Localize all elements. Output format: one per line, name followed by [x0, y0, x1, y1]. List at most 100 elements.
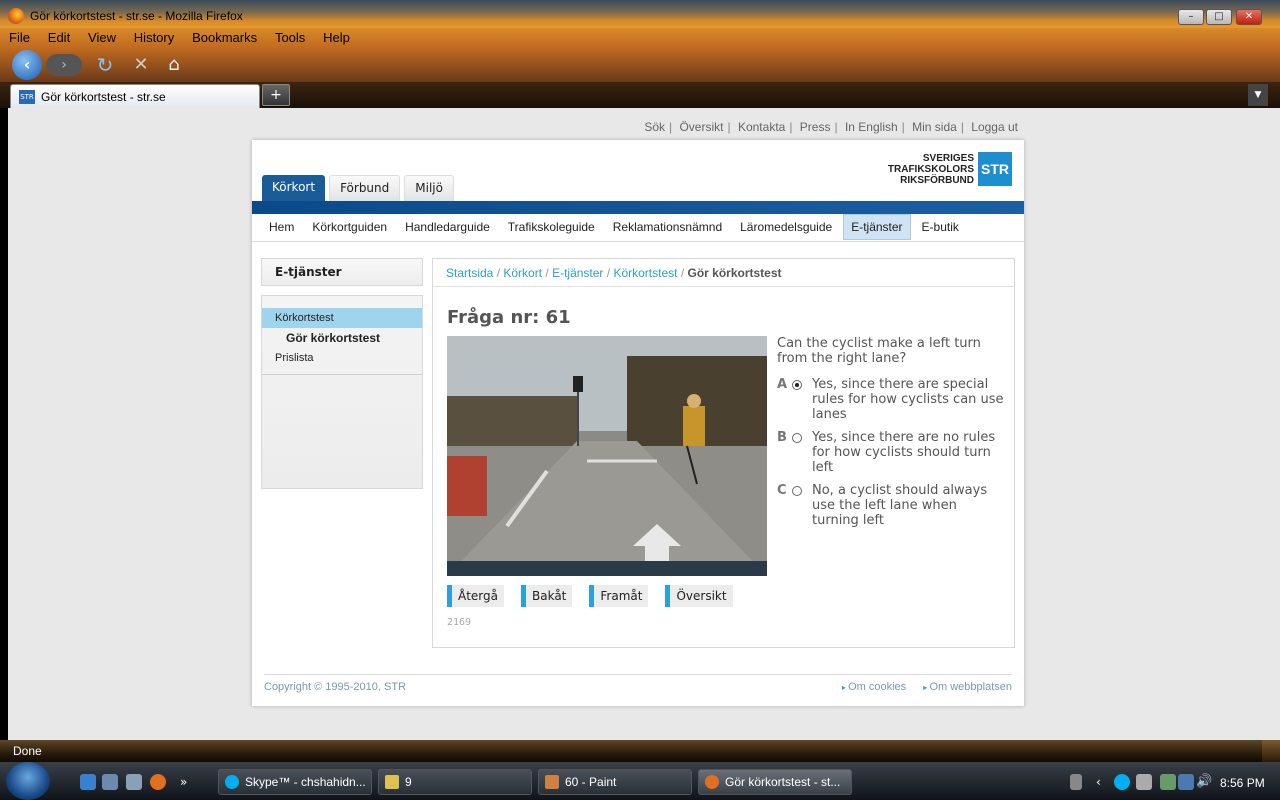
- clock[interactable]: 8:56 PM: [1220, 776, 1265, 790]
- minimize-button[interactable]: –: [1178, 9, 1204, 25]
- quicklaunch-more-icon[interactable]: »: [180, 774, 196, 790]
- framat-button[interactable]: Framåt: [589, 585, 649, 607]
- maximize-button[interactable]: □: [1206, 9, 1232, 25]
- oversikt-button[interactable]: Översikt: [665, 585, 733, 607]
- start-button[interactable]: [6, 762, 50, 800]
- status-text: Done: [13, 744, 42, 758]
- subnav-laromedelsguide[interactable]: Läromedelsguide: [733, 214, 839, 241]
- breadcrumb: Startsida / Körkort / E-tjänster / Körko…: [433, 259, 1014, 287]
- link-om-cookies[interactable]: Om cookies: [842, 681, 906, 693]
- taskbar-firefox[interactable]: Gör körkortstest - st...: [698, 769, 852, 795]
- taskbar-paint-label: 60 - Paint: [565, 775, 617, 789]
- menu-history[interactable]: History: [129, 28, 179, 47]
- tab-forbund[interactable]: Förbund: [329, 175, 401, 201]
- crumb-korkort[interactable]: Körkort: [503, 266, 542, 280]
- answer-b-text: Yes, since there are no rules for how cy…: [812, 430, 996, 475]
- tray-expand-icon[interactable]: ‹: [1096, 774, 1112, 790]
- tab-favicon: STR: [19, 90, 35, 104]
- sidebar: E-tjänster Körkortstest Gör körkortstest…: [261, 258, 423, 489]
- subnav-handledarguide[interactable]: Handledarguide: [398, 214, 497, 241]
- subnav-e-butik[interactable]: E-butik: [915, 214, 966, 241]
- crumb-e-tjanster[interactable]: E-tjänster: [552, 266, 603, 280]
- firefox-quicklaunch-icon[interactable]: [150, 774, 166, 790]
- link-om-webbplatsen[interactable]: Om webbplatsen: [923, 681, 1012, 693]
- answer-a-radio[interactable]: [792, 380, 802, 390]
- crumb-current: Gör körkortstest: [687, 266, 782, 280]
- sidebar-item-prislista[interactable]: Prislista: [262, 348, 422, 368]
- sidebar-item-korkortstest[interactable]: Körkortstest: [262, 308, 422, 328]
- subnav-trafikskoleguide[interactable]: Trafikskoleguide: [501, 214, 602, 241]
- show-desktop-icon[interactable]: [102, 774, 118, 790]
- footer: Copyright © 1995-2010, STR Om cookies Om…: [264, 674, 1012, 693]
- subnav-e-tjanster[interactable]: E-tjänster: [843, 214, 911, 240]
- paint-icon: [545, 775, 559, 789]
- answer-a-letter: A: [777, 377, 788, 392]
- back-icon[interactable]: ‹: [12, 50, 42, 80]
- bakat-button[interactable]: Bakåt: [521, 585, 573, 607]
- forward-icon[interactable]: ›: [46, 54, 82, 76]
- question-photo: [447, 336, 767, 576]
- tab-list-icon[interactable]: ▼: [1248, 84, 1268, 106]
- skype-tray-icon[interactable]: [1114, 774, 1130, 790]
- page-viewport: Sök | Översikt | Kontakta | Press | In Engli…: [8, 108, 1270, 740]
- logo-line-3: RIKSFÖRBUND: [900, 174, 974, 186]
- tab-miljo[interactable]: Miljö: [404, 175, 454, 201]
- question-id: 2169: [447, 617, 472, 628]
- tray-app-icon[interactable]: [1136, 774, 1152, 790]
- stop-icon[interactable]: ✕: [130, 54, 152, 76]
- taskbar-folder[interactable]: 9: [378, 769, 532, 795]
- taskbar: » Skype™ - chshahidn... 9 60 - Paint Gör…: [0, 762, 1280, 800]
- volume-icon[interactable]: 🔊: [1196, 774, 1212, 790]
- status-bar: Done: [0, 740, 1280, 762]
- safely-remove-icon[interactable]: [1160, 774, 1176, 790]
- home-icon[interactable]: ⌂: [162, 54, 186, 76]
- keyboard-icon[interactable]: [1070, 774, 1082, 790]
- answer-c-radio[interactable]: [792, 486, 802, 496]
- reload-icon[interactable]: ↻: [94, 54, 116, 76]
- menu-edit[interactable]: Edit: [43, 28, 75, 47]
- sidebar-item-gor-korkortstest[interactable]: Gör körkortstest: [262, 328, 422, 348]
- tab-korkort[interactable]: Körkort: [262, 175, 326, 201]
- crumb-startsida[interactable]: Startsida: [446, 266, 493, 280]
- copyright: Copyright © 1995-2010, STR: [264, 681, 407, 693]
- logo-line-2: TRAFIKSKOLORS: [887, 163, 974, 175]
- menu-file[interactable]: File: [4, 28, 35, 47]
- taskbar-skype-label: Skype™ - chshahidn...: [245, 775, 366, 789]
- subnav-korkortguiden[interactable]: Körkortguiden: [305, 214, 394, 241]
- menu-tools[interactable]: Tools: [270, 28, 310, 47]
- tab-active[interactable]: STR Gör körkortstest - str.se: [10, 84, 260, 108]
- window-title: Gör körkortstest - str.se - Mozilla Fire…: [30, 9, 243, 23]
- answer-b-radio[interactable]: [792, 433, 802, 443]
- menu-view[interactable]: View: [83, 28, 121, 47]
- link-oversikt[interactable]: Översikt: [679, 120, 723, 134]
- taskbar-skype[interactable]: Skype™ - chshahidn...: [218, 769, 372, 795]
- tab-title: Gör körkortstest - str.se: [41, 90, 166, 104]
- answer-b-letter: B: [777, 430, 787, 445]
- page-scrollbar[interactable]: [1270, 108, 1280, 740]
- menu-bookmarks[interactable]: Bookmarks: [187, 28, 262, 47]
- link-press[interactable]: Press: [800, 120, 831, 134]
- sidebar-divider: [262, 374, 422, 375]
- link-logga-ut[interactable]: Logga ut: [971, 120, 1018, 134]
- atergaa-button[interactable]: Återgå: [447, 585, 504, 607]
- answer-a-text: Yes, since there are special rules for h…: [812, 377, 1004, 422]
- subnav-hem[interactable]: Hem: [262, 214, 301, 241]
- str-logo[interactable]: SVERIGES TRAFIKSKOLORS RIKSFÖRBUND STR: [888, 152, 1012, 186]
- close-button[interactable]: ✕: [1236, 9, 1262, 25]
- firefox-icon: [8, 8, 24, 24]
- utility-links: Sök | Översikt | Kontakta | Press | In Engli…: [644, 120, 1018, 134]
- ie-icon[interactable]: [80, 774, 96, 790]
- network-icon[interactable]: [1178, 774, 1194, 790]
- switch-windows-icon[interactable]: [126, 774, 142, 790]
- tab-strip: STR Gör körkortstest - str.se + ▼: [0, 82, 1280, 108]
- menu-help[interactable]: Help: [318, 28, 355, 47]
- sidebar-heading: E-tjänster: [261, 258, 423, 286]
- new-tab-button[interactable]: +: [262, 84, 290, 106]
- link-min-sida[interactable]: Min sida: [912, 120, 957, 134]
- link-sok[interactable]: Sök: [644, 120, 665, 134]
- link-in-english[interactable]: In English: [845, 120, 898, 134]
- taskbar-paint[interactable]: 60 - Paint: [538, 769, 692, 795]
- crumb-korkortstest[interactable]: Körkortstest: [613, 266, 677, 280]
- link-kontakta[interactable]: Kontakta: [738, 120, 785, 134]
- subnav-reklamationsnamnd[interactable]: Reklamationsnämnd: [606, 214, 729, 241]
